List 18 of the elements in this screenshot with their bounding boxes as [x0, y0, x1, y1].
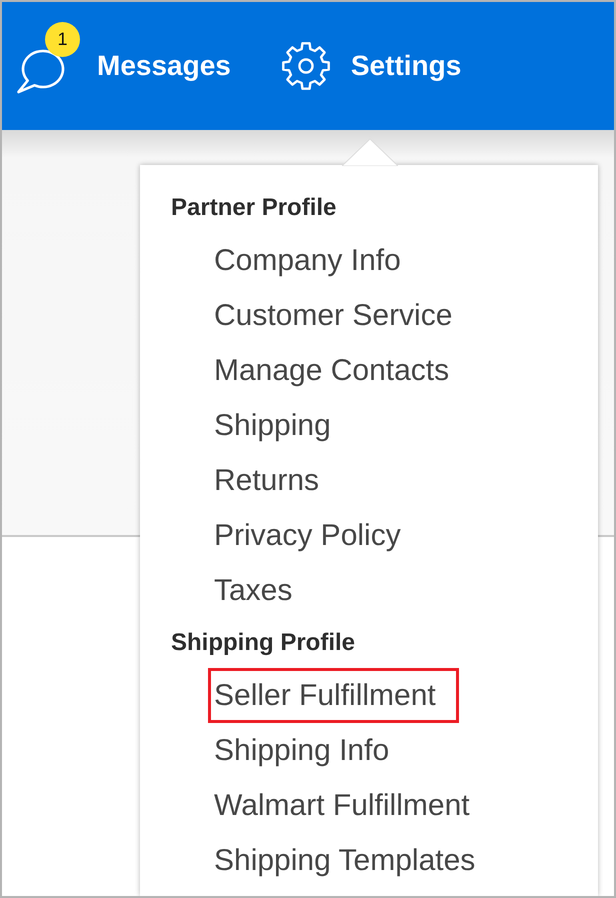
section-heading: Shipping Profile — [171, 628, 355, 658]
menu-item[interactable]: Returns — [208, 453, 342, 508]
section-heading: Partner Profile — [171, 193, 336, 223]
menu-item[interactable]: Customer Service — [208, 288, 476, 343]
settings-icon — [280, 41, 331, 91]
menu-item[interactable]: Company Info — [208, 233, 424, 288]
chat-bubble-icon — [15, 47, 65, 95]
notification-badge: 1 — [45, 22, 80, 57]
menu-item[interactable]: Shipping Templates — [208, 833, 498, 888]
messages-button[interactable]: Messages 1 — [13, 20, 233, 112]
menu-item[interactable]: Privacy Policy — [208, 508, 424, 563]
settings-button[interactable]: Settings — [280, 20, 462, 112]
menu-item[interactable]: Walmart Fulfillment — [208, 778, 493, 833]
menu-item[interactable]: Shipping Info — [208, 723, 412, 778]
menu-item[interactable]: Seller Fulfillment — [208, 668, 459, 723]
menu-item[interactable]: Taxes — [208, 563, 316, 618]
menu-item[interactable]: Manage Contacts — [208, 343, 472, 398]
menu-item[interactable]: Shipping — [208, 398, 354, 453]
